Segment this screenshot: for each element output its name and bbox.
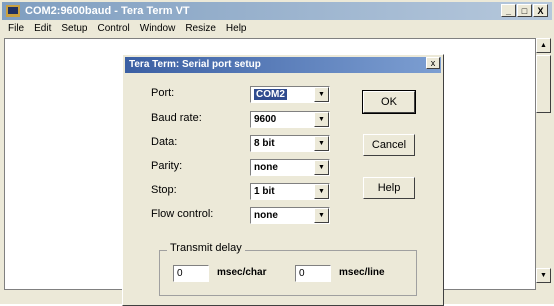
parity-select[interactable]: none ▼ <box>250 159 330 176</box>
menu-window[interactable]: Window <box>140 23 176 34</box>
serial-port-setup-dialog: Tera Term: Serial port setup x Port: COM… <box>122 54 444 306</box>
data-label: Data: <box>151 136 178 148</box>
msec-char-input[interactable]: 0 <box>173 265 209 282</box>
flow-control-select[interactable]: none ▼ <box>250 207 330 224</box>
scroll-thumb[interactable] <box>536 55 551 113</box>
menu-setup[interactable]: Setup <box>61 23 87 34</box>
close-button[interactable]: X <box>533 4 548 17</box>
chevron-down-icon[interactable]: ▼ <box>314 136 329 151</box>
minimize-button[interactable]: _ <box>501 4 516 17</box>
chevron-down-icon[interactable]: ▼ <box>314 87 329 102</box>
terminal-icon <box>6 5 20 17</box>
dialog-close-button[interactable]: x <box>426 57 440 69</box>
stop-label: Stop: <box>151 184 177 196</box>
baud-rate-label: Baud rate: <box>151 112 202 124</box>
flow-control-value: none <box>254 210 278 221</box>
vertical-scrollbar[interactable]: ▲ ▼ <box>536 38 551 290</box>
parity-value: none <box>254 162 278 173</box>
baud-rate-select[interactable]: 9600 ▼ <box>250 111 330 128</box>
flow-control-label: Flow control: <box>151 208 214 220</box>
msec-line-label: msec/line <box>339 267 385 278</box>
stop-select[interactable]: 1 bit ▼ <box>250 183 330 200</box>
menu-bar: File Edit Setup Control Window Resize He… <box>2 20 552 36</box>
dialog-title[interactable]: Tera Term: Serial port setup <box>125 57 441 73</box>
scroll-up-icon[interactable]: ▲ <box>536 38 551 53</box>
menu-resize[interactable]: Resize <box>185 23 216 34</box>
menu-control[interactable]: Control <box>98 23 130 34</box>
chevron-down-icon[interactable]: ▼ <box>314 184 329 199</box>
menu-file[interactable]: File <box>8 23 24 34</box>
maximize-button[interactable]: □ <box>517 4 532 17</box>
scroll-down-icon[interactable]: ▼ <box>536 268 551 283</box>
baud-rate-value: 9600 <box>254 114 277 125</box>
port-select[interactable]: COM2 ▼ <box>250 86 330 103</box>
cancel-button[interactable]: Cancel <box>363 134 415 156</box>
chevron-down-icon[interactable]: ▼ <box>314 160 329 175</box>
parity-label: Parity: <box>151 160 183 172</box>
menu-help[interactable]: Help <box>226 23 247 34</box>
port-value: COM2 <box>254 89 287 100</box>
msec-line-input[interactable]: 0 <box>295 265 331 282</box>
menu-edit[interactable]: Edit <box>34 23 51 34</box>
ok-button[interactable]: OK <box>362 90 416 114</box>
window-title: COM2:9600baud - Tera Term VT <box>25 5 190 17</box>
stop-value: 1 bit <box>254 186 275 197</box>
chevron-down-icon[interactable]: ▼ <box>314 112 329 127</box>
msec-char-label: msec/char <box>217 267 267 278</box>
transmit-delay-title: Transmit delay <box>167 242 245 254</box>
title-bar[interactable]: COM2:9600baud - Tera Term VT _ □ X <box>2 2 552 20</box>
help-button[interactable]: Help <box>363 177 415 199</box>
chevron-down-icon[interactable]: ▼ <box>314 208 329 223</box>
data-value: 8 bit <box>254 138 275 149</box>
data-select[interactable]: 8 bit ▼ <box>250 135 330 152</box>
port-label: Port: <box>151 87 175 99</box>
